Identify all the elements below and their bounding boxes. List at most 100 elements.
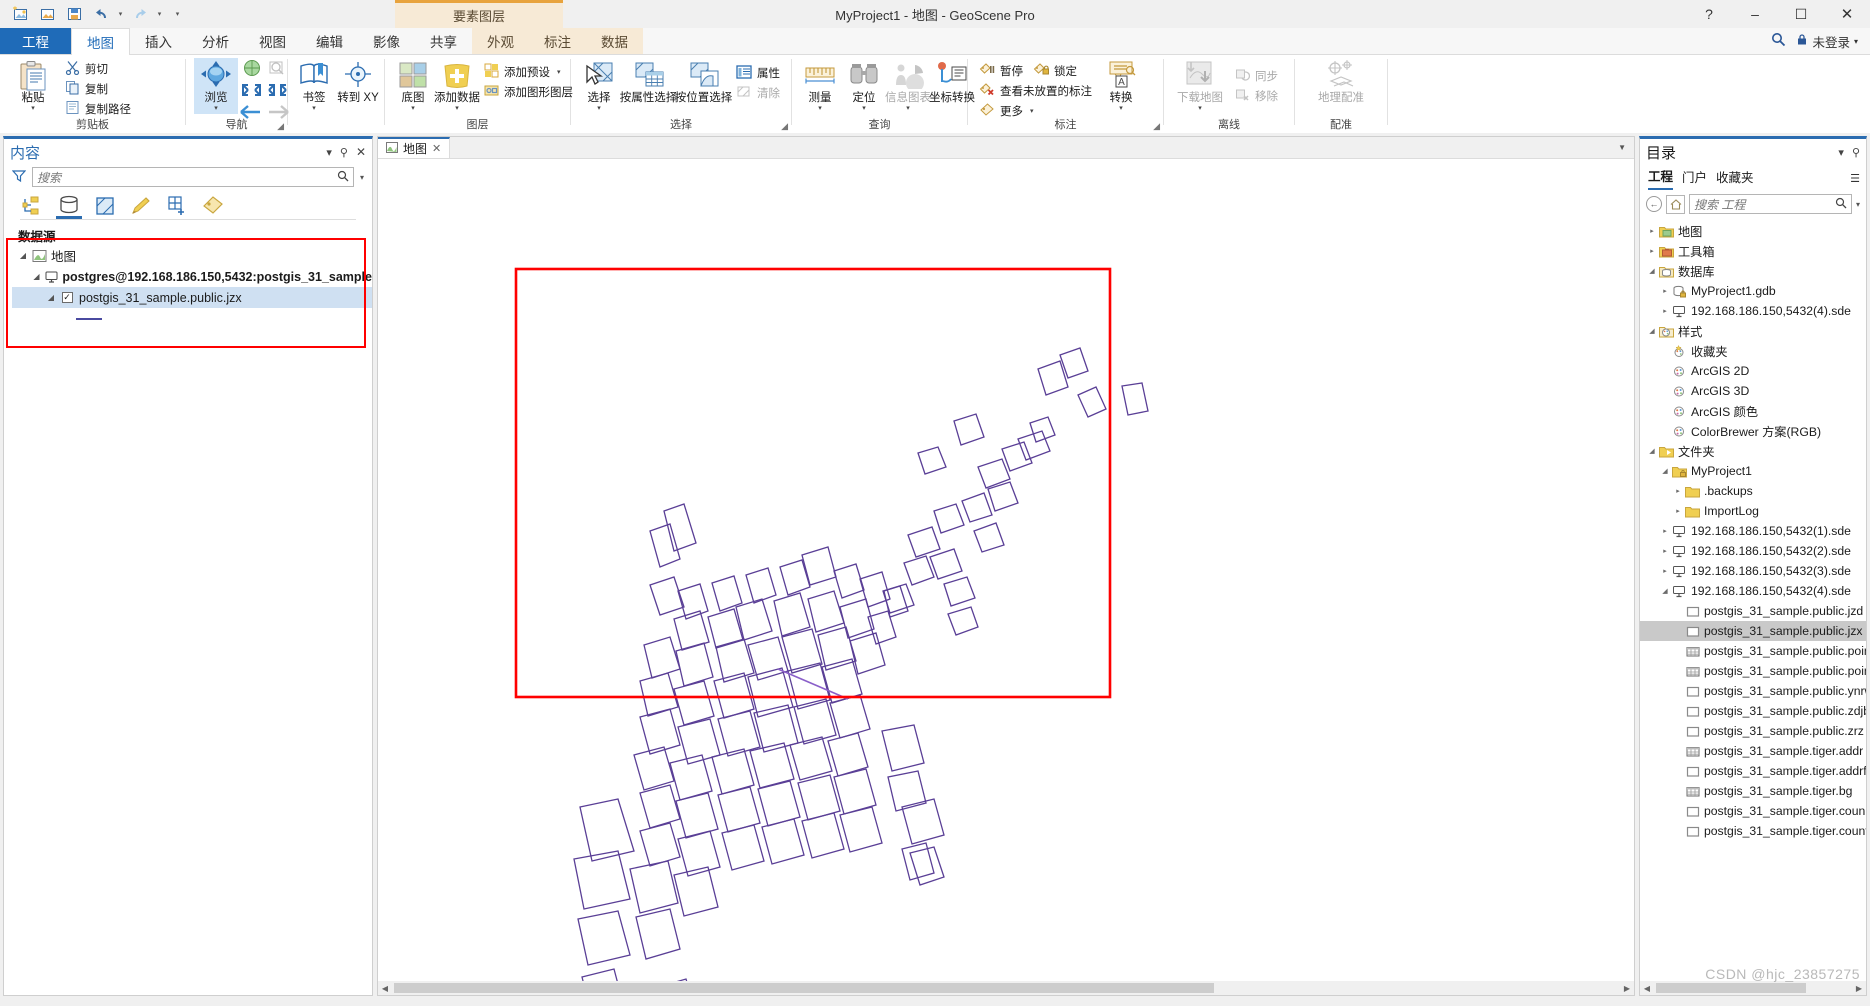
remove-button[interactable]: 移除: [1230, 86, 1283, 106]
go-to-xy-button[interactable]: 转到 XY: [336, 58, 380, 105]
catalog-tree-item[interactable]: ArcGIS 颜色: [1640, 401, 1866, 421]
expander-icon[interactable]: ◢: [1646, 327, 1658, 335]
add-graphics-layer-button[interactable]: 添加图形图层: [479, 82, 578, 102]
select-by-location-button[interactable]: 按位置选择: [675, 58, 732, 106]
catalog-tree-item[interactable]: ▸ 192.168.186.150,5432(3).sde: [1640, 561, 1866, 581]
expander-icon[interactable]: ◢: [44, 293, 58, 302]
list-by-data-source-icon[interactable]: [56, 193, 82, 219]
contents-search-caret[interactable]: ▾: [360, 173, 364, 182]
measure-dropdown-caret[interactable]: ▾: [818, 105, 822, 113]
add-data-button[interactable]: 添加数据 ▾: [434, 58, 480, 114]
undo-icon[interactable]: [89, 3, 113, 25]
sync-button[interactable]: 同步: [1230, 66, 1283, 86]
maximize-button[interactable]: ☐: [1778, 0, 1824, 28]
expander-icon[interactable]: ◢: [1659, 587, 1671, 595]
catalog-search-input[interactable]: 搜索 工程: [1689, 194, 1852, 214]
infographics-button[interactable]: 信息图表 ▾: [885, 58, 931, 114]
catalog-tree-item[interactable]: postgis_31_sample.public.point: [1640, 641, 1866, 661]
scroll-right-arrow[interactable]: ▶: [1620, 984, 1634, 993]
download-map-caret[interactable]: ▾: [1198, 105, 1202, 113]
locate-button[interactable]: 定位 ▾: [842, 58, 886, 114]
copy-path-button[interactable]: 复制路径: [60, 99, 136, 119]
paste-dropdown-caret[interactable]: ▾: [31, 105, 35, 113]
customize-qat-icon[interactable]: ▾: [173, 10, 182, 18]
measure-button[interactable]: 测量 ▾: [798, 58, 842, 114]
catalog-tree-item[interactable]: ◢ MyProject1: [1640, 461, 1866, 481]
catalog-tree-item[interactable]: postgis_31_sample.public.jzd: [1640, 601, 1866, 621]
pin-icon[interactable]: ⚲: [340, 146, 348, 159]
catalog-tree-item[interactable]: postgis_31_sample.tiger.addr: [1640, 741, 1866, 761]
ribbon[interactable]: 粘贴 ▾ 剪切 复制 复制路径 剪贴板 浏览 ▾ 导航 ◢ 书签 ▾ 转到 XY…: [0, 55, 1870, 133]
list-by-labeling-icon[interactable]: [200, 193, 226, 219]
catalog-tree-item[interactable]: postgis_31_sample.public.jzx: [1640, 621, 1866, 641]
redo-dropdown-caret[interactable]: ▾: [155, 10, 164, 18]
list-by-selection-icon[interactable]: [92, 193, 118, 219]
contents-search-input[interactable]: 搜索: [32, 167, 354, 187]
magnifier-icon[interactable]: [1835, 197, 1847, 212]
add-preset-dropdown-caret[interactable]: ▾: [557, 68, 561, 76]
tab-portal[interactable]: 门户: [1682, 167, 1707, 189]
minimize-button[interactable]: –: [1732, 0, 1778, 28]
tab-appearance[interactable]: 外观: [472, 28, 529, 54]
convert-labels-button[interactable]: A 转换 ▾: [1097, 58, 1145, 114]
bookmarks-dropdown-caret[interactable]: ▾: [312, 105, 316, 113]
catalog-tree-item[interactable]: ▸ 地图: [1640, 221, 1866, 241]
chevron-down-icon[interactable]: ▾: [1838, 146, 1844, 159]
catalog-horizontal-scrollbar[interactable]: ◀ ▶: [1640, 981, 1866, 995]
tab-project[interactable]: 工程: [1648, 166, 1674, 190]
clear-selection-button[interactable]: 清除: [731, 83, 785, 103]
basemap-dropdown-caret[interactable]: ▾: [411, 105, 415, 113]
catalog-search-caret[interactable]: ▾: [1856, 200, 1860, 209]
map-tab-bar[interactable]: 地图 ✕ ▼: [378, 137, 1634, 159]
catalog-tree-item[interactable]: postgis_31_sample.tiger.bg: [1640, 781, 1866, 801]
account-status[interactable]: 未登录 ▾: [1796, 32, 1858, 51]
chevron-down-icon[interactable]: ▾: [1854, 37, 1858, 46]
expander-icon[interactable]: ▸: [1659, 547, 1671, 555]
layer-visibility-checkbox[interactable]: ✓: [58, 292, 76, 303]
selection-dialog-launcher[interactable]: ◢: [781, 121, 788, 132]
explore-button[interactable]: 浏览 ▾: [194, 58, 238, 115]
labeling-dialog-launcher[interactable]: ◢: [1153, 121, 1160, 132]
catalog-tree-item[interactable]: ▸ .backups: [1640, 481, 1866, 501]
filter-icon[interactable]: [11, 169, 27, 186]
open-project-icon[interactable]: [35, 3, 59, 25]
view-unplaced-labels-button[interactable]: 查看未放置的标注: [974, 81, 1097, 101]
catalog-tree-item[interactable]: ▸ 192.168.186.150,5432(4).sde: [1640, 301, 1866, 321]
tab-share[interactable]: 共享: [415, 28, 472, 54]
explore-dropdown-caret[interactable]: ▾: [214, 105, 218, 113]
tab-view[interactable]: 视图: [244, 28, 301, 54]
copy-button[interactable]: 复制: [60, 79, 136, 99]
zoom-out-fixed-icon[interactable]: [266, 82, 290, 101]
pause-labeling-button[interactable]: 暂停: [974, 61, 1028, 81]
ribbon-tab-strip[interactable]: 工程 地图 插入 分析 视图 编辑 影像 共享 外观 标注 数据 未登录 ▾: [0, 28, 1870, 55]
scroll-right-arrow[interactable]: ▶: [1852, 984, 1866, 993]
contents-tree-item-connection[interactable]: ◢ postgres@192.168.186.150,5432:postgis_…: [12, 266, 372, 287]
more-labeling-caret[interactable]: ▾: [1030, 107, 1034, 115]
catalog-tree-item[interactable]: ◢ 192.168.186.150,5432(4).sde: [1640, 581, 1866, 601]
window-controls[interactable]: ? – ☐ ✕: [1686, 0, 1870, 28]
contents-tree-item-symbol[interactable]: [12, 308, 372, 329]
help-icon[interactable]: ?: [1686, 0, 1732, 28]
hamburger-icon[interactable]: ☰: [1850, 172, 1860, 185]
select-dropdown-caret[interactable]: ▾: [597, 105, 601, 113]
expander-icon[interactable]: ▸: [1672, 487, 1684, 495]
expander-icon[interactable]: ◢: [1659, 467, 1671, 475]
scrollbar-thumb[interactable]: [1656, 983, 1806, 993]
close-button[interactable]: ✕: [1824, 0, 1870, 28]
list-by-snapping-icon[interactable]: [164, 193, 190, 219]
close-icon[interactable]: ✕: [356, 145, 366, 159]
navigate-dialog-launcher[interactable]: ◢: [277, 121, 284, 132]
catalog-tree-item[interactable]: ▸ 192.168.186.150,5432(2).sde: [1640, 541, 1866, 561]
catalog-tree-item[interactable]: ▸ 192.168.186.150,5432(1).sde: [1640, 521, 1866, 541]
catalog-tree-item[interactable]: ArcGIS 3D: [1640, 381, 1866, 401]
bookmarks-button[interactable]: 书签 ▾: [292, 58, 336, 114]
catalog-tree-item[interactable]: postgis_31_sample.tiger.coun: [1640, 801, 1866, 821]
scrollbar-thumb[interactable]: [394, 983, 1214, 993]
map-view-tab[interactable]: 地图 ✕: [378, 137, 451, 158]
scroll-left-arrow[interactable]: ◀: [1640, 984, 1654, 993]
undo-dropdown-caret[interactable]: ▾: [116, 10, 125, 18]
contents-tree-item-map[interactable]: ◢ 地图: [12, 245, 372, 266]
catalog-tree-item[interactable]: ◢ 数据库: [1640, 261, 1866, 281]
tab-labeling[interactable]: 标注: [529, 28, 586, 54]
expander-icon[interactable]: ◢: [1646, 267, 1658, 275]
